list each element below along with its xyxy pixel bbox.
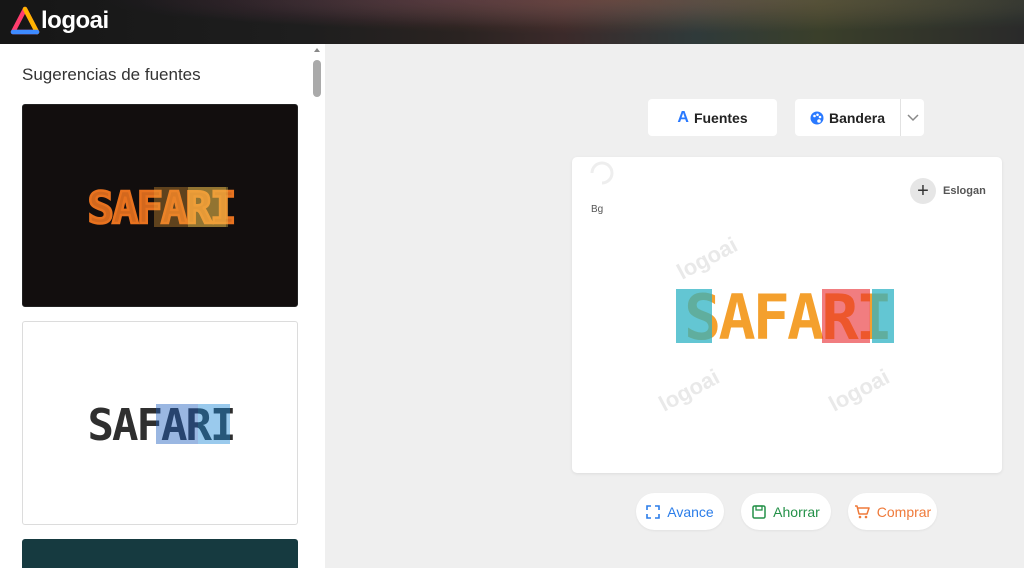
preview-label: Avance	[667, 503, 714, 520]
brand-name: logoai	[41, 7, 109, 34]
panel-title: Sugerencias de fuentes	[22, 65, 201, 84]
color-palette-label: Bandera	[828, 109, 886, 126]
brand-logo[interactable]: logoai	[10, 6, 109, 36]
buy-label: Comprar	[876, 503, 932, 520]
font-suggestion-card[interactable]	[22, 539, 298, 568]
main-logo[interactable]: SAFARI	[676, 285, 898, 347]
add-slogan-button[interactable]: + Eslogan	[910, 178, 986, 204]
expand-icon	[646, 504, 661, 519]
slogan-label: Eslogan	[943, 185, 986, 197]
palette-dropdown-button[interactable]	[900, 99, 924, 136]
font-suggestion-card[interactable]: SAFARI SAFARI	[22, 104, 298, 307]
palette-icon	[810, 111, 824, 124]
watermark-text: logoai	[673, 232, 742, 284]
fonts-button-label: Fuentes	[693, 109, 748, 126]
fonts-button[interactable]: A Fuentes	[648, 99, 777, 136]
preview-button[interactable]: Avance	[636, 493, 724, 530]
scrollbar[interactable]	[311, 44, 323, 568]
color-palette-button[interactable]: Bandera	[795, 99, 900, 136]
save-label: Ahorrar	[773, 503, 820, 520]
top-bar: logoai	[0, 0, 1024, 44]
logoai-mark-icon	[10, 6, 40, 35]
plus-icon: +	[910, 178, 936, 204]
cart-icon	[854, 504, 870, 518]
save-icon	[752, 504, 766, 519]
buy-button[interactable]: Comprar	[848, 493, 937, 530]
logo-preview: SAFARI SAFARI	[86, 182, 237, 236]
scroll-up-icon[interactable]	[314, 48, 320, 52]
chevron-down-icon	[906, 113, 919, 121]
save-button[interactable]: Ahorrar	[741, 493, 831, 530]
scroll-thumb[interactable]	[313, 60, 321, 97]
watermark-text: logoai	[655, 364, 724, 416]
watermark-text: logoai	[825, 364, 894, 416]
logo-preview: SAFARI	[88, 400, 237, 451]
font-suggestions-panel: Sugerencias de fuentes SAFARI SAFARI SAF…	[0, 44, 325, 568]
font-suggestion-card[interactable]: SAFARI	[22, 321, 298, 525]
logo-canvas[interactable]: logoai logoai logoai Bg + Eslogan SAFARI	[572, 157, 1002, 473]
font-icon: A	[677, 108, 689, 126]
background-toggle[interactable]: Bg	[591, 204, 603, 215]
